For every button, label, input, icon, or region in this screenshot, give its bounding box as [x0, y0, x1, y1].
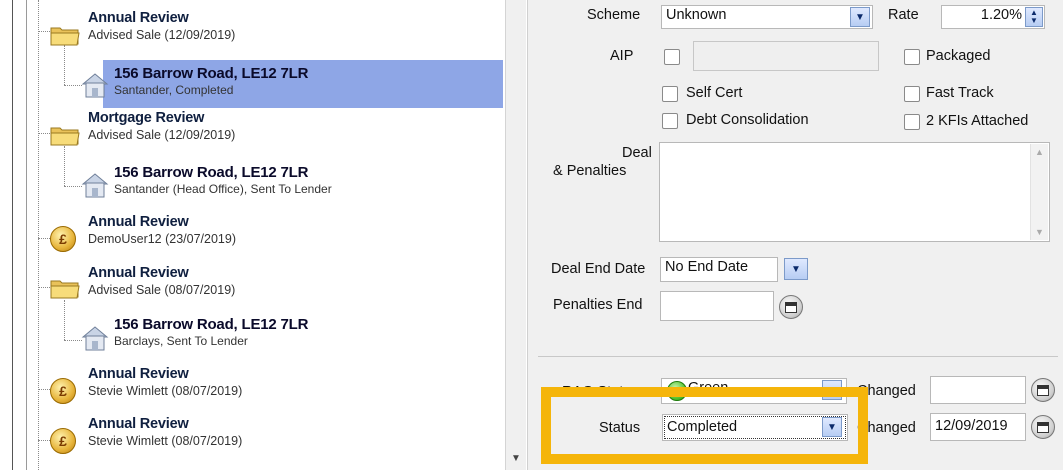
rag-status-dropdown-button[interactable]: ▼ [822, 380, 842, 400]
rag-changed-label: Changed [857, 383, 916, 399]
tree-scrollbar[interactable]: ▼ [505, 0, 526, 470]
tree-node-annual-review-2[interactable]: £ Annual Review DemoUser12 (23/07/2019) [50, 214, 490, 260]
house-icon [81, 326, 109, 351]
packaged-label: Packaged [926, 48, 991, 64]
tree-node-subtitle: Barclays, Sent To Lender [114, 334, 248, 348]
case-tree-panel: Annual Review Advised Sale (12/09/2019) … [0, 0, 526, 470]
tree-node-subtitle: DemoUser12 (23/07/2019) [88, 232, 236, 246]
deal-end-date-select[interactable]: No End Date [660, 257, 778, 282]
folder-icon [50, 280, 80, 299]
house-icon [81, 73, 109, 98]
rag-changed-input[interactable] [930, 376, 1026, 404]
tree-node-title: Mortgage Review [88, 110, 205, 126]
tree-node-title: 156 Barrow Road, LE12 7LR [114, 316, 309, 333]
tree-node-subtitle: Advised Sale (12/09/2019) [88, 128, 236, 142]
scheme-label: Scheme [587, 7, 641, 23]
tree-node-title: Annual Review [88, 10, 189, 26]
status-changed-label: Changed [857, 420, 916, 436]
calendar-icon [1037, 384, 1049, 396]
rag-status-value: Green [688, 380, 729, 396]
aip-input[interactable] [693, 41, 879, 71]
self-cert-checkbox[interactable] [662, 86, 678, 102]
kfis-attached-checkbox[interactable] [904, 114, 920, 130]
status-changed-input[interactable]: 12/09/2019 [930, 413, 1026, 441]
scheme-select[interactable]: Unknown [661, 5, 873, 29]
deal-end-date-dropdown-button[interactable]: ▼ [784, 258, 808, 280]
status-select[interactable]: Completed [662, 414, 848, 441]
deal-penalties-label-line2: & Penalties [553, 163, 627, 179]
tree-node-subtitle: Santander (Head Office), Sent To Lender [114, 182, 332, 196]
rag-changed-calendar-button[interactable] [1031, 378, 1055, 402]
tree-node-annual-review-3[interactable]: Annual Review Advised Sale (08/07/2019) [50, 263, 490, 309]
folder-icon [50, 127, 80, 146]
status-label: Status [599, 420, 641, 436]
debt-consolidation-checkbox[interactable] [662, 113, 678, 129]
tree-node-property[interactable]: 156 Barrow Road, LE12 7LR Santander (Hea… [80, 160, 500, 208]
self-cert-label: Self Cert [686, 85, 743, 101]
chevron-down-icon: ▼ [855, 11, 865, 23]
tree-node-mortgage-review[interactable]: Mortgage Review Advised Sale (12/09/2019… [50, 110, 490, 156]
kfis-attached-label: 2 KFIs Attached [926, 113, 1029, 129]
penalties-end-calendar-button[interactable] [779, 295, 803, 319]
rag-green-status-icon [667, 381, 687, 401]
pound-coin-icon: £ [50, 226, 76, 252]
penalties-end-label: Penalties End [553, 297, 643, 313]
deal-penalties-textarea[interactable]: ▲ ▼ [659, 142, 1050, 242]
chevron-down-icon: ▼ [827, 421, 837, 433]
tree-node-title: Annual Review [88, 265, 189, 281]
mortgage-details-panel: Scheme Unknown ▼ Rate 1.20% ▲ ▼ AIP Packa… [527, 0, 1063, 470]
deal-penalties-label-line1: Deal [622, 145, 652, 161]
status-dropdown-button[interactable]: ▼ [822, 417, 842, 437]
case-tree: Annual Review Advised Sale (12/09/2019) … [0, 0, 506, 470]
tree-node-subtitle: Advised Sale (08/07/2019) [88, 283, 236, 297]
aip-label: AIP [610, 48, 634, 64]
aip-checkbox[interactable] [664, 49, 680, 65]
house-icon [81, 173, 109, 198]
pound-coin-icon: £ [50, 428, 76, 454]
rate-spinner[interactable]: ▲ ▼ [1025, 7, 1043, 27]
debt-consolidation-label: Debt Consolidation [686, 112, 809, 128]
chevron-down-icon: ▼ [827, 384, 837, 396]
tree-node-annual-review-1[interactable]: Annual Review Advised Sale (12/09/2019) [50, 8, 490, 54]
calendar-icon [785, 301, 797, 313]
tree-node-title: Annual Review [88, 366, 189, 382]
tree-node-title: Annual Review [88, 416, 189, 432]
tree-node-annual-review-5[interactable]: £ Annual Review Stevie Wimlett (08/07/20… [50, 416, 490, 462]
tree-node-subtitle: Stevie Wimlett (08/07/2019) [88, 434, 243, 448]
rate-label: Rate [888, 7, 919, 23]
packaged-checkbox[interactable] [904, 49, 920, 65]
scroll-down-arrow-icon[interactable]: ▼ [1035, 227, 1044, 237]
pound-coin-icon: £ [50, 378, 76, 404]
fast-track-label: Fast Track [926, 85, 994, 101]
tree-node-property[interactable]: 156 Barrow Road, LE12 7LR Barclays, Sent… [80, 313, 500, 361]
tree-node-annual-review-4[interactable]: £ Annual Review Stevie Wimlett (08/07/20… [50, 366, 490, 412]
tree-node-subtitle: Advised Sale (12/09/2019) [88, 28, 236, 42]
fast-track-checkbox[interactable] [904, 86, 920, 102]
rag-status-select[interactable]: Green [661, 378, 847, 404]
tree-node-subtitle: Stevie Wimlett (08/07/2019) [88, 384, 243, 398]
tree-node-title: Annual Review [88, 214, 189, 230]
deal-end-date-label: Deal End Date [551, 261, 646, 277]
folder-icon [50, 27, 80, 46]
textarea-scrollbar[interactable]: ▲ ▼ [1030, 144, 1048, 240]
tree-node-subtitle: Santander, Completed [114, 83, 234, 97]
rag-status-label: RAG Status [562, 384, 639, 400]
tree-node-title: 156 Barrow Road, LE12 7LR [114, 65, 309, 82]
scheme-dropdown-button[interactable]: ▼ [850, 7, 870, 27]
chevron-down-icon: ▼ [1030, 16, 1038, 25]
status-changed-calendar-button[interactable] [1031, 415, 1055, 439]
tree-node-property-selected[interactable]: 156 Barrow Road, LE12 7LR Santander, Com… [80, 60, 500, 108]
scroll-down-arrow-icon[interactable]: ▼ [511, 453, 521, 464]
penalties-end-input[interactable] [660, 291, 774, 321]
calendar-icon [1037, 421, 1049, 433]
tree-node-title: 156 Barrow Road, LE12 7LR [114, 164, 309, 181]
scroll-up-arrow-icon[interactable]: ▲ [1035, 147, 1044, 157]
chevron-down-icon: ▼ [791, 263, 801, 275]
